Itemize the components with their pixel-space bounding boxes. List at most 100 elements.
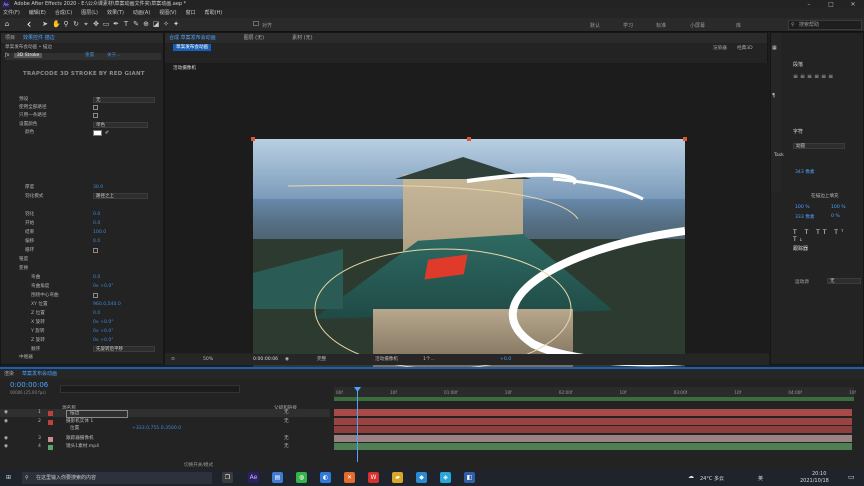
help-search-input[interactable]: ⚲ 搜索帮助 <box>788 20 862 30</box>
comp-canvas[interactable]: 活动摄像机 <box>165 63 769 383</box>
app-navy-icon[interactable]: ◧ <box>464 472 475 483</box>
prop-one-path-checkbox[interactable] <box>93 113 98 118</box>
weather-icon[interactable]: ☁ <box>688 473 694 480</box>
views-dropdown[interactable]: 1个... <box>423 354 435 365</box>
input-language[interactable]: 英 <box>758 475 763 482</box>
stroke-option[interactable]: 在描边上填充 <box>811 193 839 199</box>
playhead[interactable] <box>357 387 358 462</box>
menu-view[interactable]: 视图(V) <box>159 9 176 18</box>
pen-tool-icon[interactable]: ✒ <box>112 20 120 29</box>
workspace-standard[interactable]: 标准 <box>656 22 666 29</box>
prop-color-swatch[interactable] <box>93 130 102 136</box>
layer-name[interactable]: 跟踪器摄像机 <box>66 435 94 443</box>
tab-effect-controls[interactable]: 效果控件 描边 <box>23 33 55 43</box>
prop-x-rotation-value[interactable]: 0x +0.0° <box>93 320 114 326</box>
after-effects-taskbar-icon[interactable]: Ae <box>248 472 259 483</box>
app-blue-icon[interactable]: ◆ <box>416 472 427 483</box>
layer-bar[interactable] <box>334 435 852 442</box>
edge-icon[interactable]: ◐ <box>320 472 331 483</box>
snap-checkbox-icon[interactable]: ☐ <box>252 20 260 29</box>
prop-bend-around-center-checkbox[interactable] <box>93 293 98 298</box>
layer-name[interactable]: 镜头1素材.mp4 <box>66 443 99 451</box>
hand-tool-icon[interactable]: ✋ <box>52 20 61 29</box>
tab-footage[interactable]: 素材 (无) <box>292 33 313 43</box>
renderer-value[interactable]: 经典3D <box>737 45 753 51</box>
prop-order-dropdown[interactable]: 先旋转后平移 <box>93 346 155 352</box>
tab-timeline-comp[interactable]: 草案发布会动画 <box>22 369 57 379</box>
menu-file[interactable]: 文件(F) <box>3 9 20 18</box>
motion-source-dropdown[interactable]: 无 <box>827 278 861 284</box>
eraser-tool-icon[interactable]: ◪ <box>152 20 160 29</box>
home-icon[interactable]: ⌂ <box>3 20 11 29</box>
position-value[interactable]: +333.0,755.0,3500.0 <box>132 425 181 433</box>
layer-row[interactable]: ◉ 4 镜头1素材.mp4 无 <box>0 443 330 451</box>
prop-offset-value[interactable]: 0.0 <box>93 239 100 245</box>
workspace-learn[interactable]: 学习 <box>623 22 633 29</box>
maximize-icon[interactable]: □ <box>820 0 842 9</box>
eye-icon[interactable]: ◉ <box>4 435 8 443</box>
workspace-small-screen[interactable]: 小屏幕 <box>690 22 705 29</box>
frame-handle-tm[interactable] <box>467 137 471 141</box>
minimize-icon[interactable]: – <box>798 0 820 9</box>
layer-parent[interactable]: 无 <box>284 409 289 417</box>
layer-row[interactable]: ◉ 1 描边 无 <box>0 409 330 418</box>
prop-bend-value[interactable]: 0.0 <box>93 275 100 281</box>
comp-sub-tab[interactable]: 草案发布会动画 <box>173 44 212 51</box>
prop-loop-checkbox[interactable] <box>93 248 98 253</box>
tab-render-queue[interactable]: 渲染 <box>4 369 14 379</box>
prop-set-color-dropdown[interactable]: 单色 <box>93 122 148 128</box>
layer-color-label[interactable] <box>48 437 53 442</box>
align-buttons[interactable]: ≡≡≡≡≡≡ <box>793 73 835 80</box>
weather-text[interactable]: 24°C 多云 <box>700 475 724 482</box>
font-size-value[interactable]: 343 像素 <box>795 169 814 175</box>
prop-thickness-value[interactable]: 30.0 <box>93 185 103 191</box>
file-explorer-icon[interactable]: ▤ <box>272 472 283 483</box>
frame-handle-tl[interactable] <box>251 137 255 141</box>
prop-end-value[interactable]: 100.0 <box>93 230 106 236</box>
app-orange-icon[interactable]: ✕ <box>344 472 355 483</box>
task-label[interactable]: Task <box>774 153 784 158</box>
layer-bar[interactable] <box>334 418 852 425</box>
baseline-value[interactable]: 333 像素 <box>795 214 814 220</box>
menu-composition[interactable]: 合成(C) <box>55 9 72 18</box>
eyedropper-icon[interactable]: ✐ <box>105 130 109 136</box>
folder-icon[interactable]: ▰ <box>392 472 403 483</box>
horizontal-scale-value[interactable]: 100 % <box>831 205 846 210</box>
task-view-icon[interactable]: ❐ <box>222 472 233 483</box>
wechat-icon[interactable]: ◍ <box>296 472 307 483</box>
roto-tool-icon[interactable]: ✧ <box>162 20 170 29</box>
prop-xy-position-value[interactable]: 960.0,540.0 <box>93 302 121 308</box>
menu-window[interactable]: 窗口 <box>186 9 196 18</box>
magnifier-icon[interactable]: ⊙ <box>171 354 175 365</box>
tab-project[interactable]: 项目 <box>5 33 15 43</box>
layer-parent[interactable]: 无 <box>284 435 289 443</box>
layer-bar[interactable] <box>334 409 852 416</box>
camera-tool-icon[interactable]: ⌖ <box>82 20 90 29</box>
workspace-default[interactable]: 默认 <box>590 22 600 29</box>
eye-icon[interactable]: ◉ <box>4 409 8 417</box>
taskbar-search-input[interactable]: ⚲ 在这里输入你要搜索的内容 <box>22 472 212 484</box>
tab-layer[interactable]: 图层 (无) <box>244 33 265 43</box>
type-tool-icon[interactable]: T <box>122 20 130 29</box>
close-icon[interactable]: ✕ <box>842 0 864 9</box>
rotate-tool-icon[interactable]: ↻ <box>72 20 80 29</box>
text-style-buttons[interactable]: T T TT Tᵀ T₁ <box>793 229 863 243</box>
prop-bend-axis-value[interactable]: 0x +0.0° <box>93 284 114 290</box>
clock-time[interactable]: 20:10 <box>812 471 826 477</box>
frame-handle-tr[interactable] <box>683 137 687 141</box>
fx-about-link[interactable]: 关于... <box>107 53 121 59</box>
prop-preset-dropdown[interactable]: 无 <box>93 97 155 103</box>
prop-taper-mode-dropdown[interactable]: 路径之上 <box>93 193 148 199</box>
tsume-value[interactable]: 0 % <box>831 214 840 219</box>
layer-parent[interactable]: 无 <box>284 443 289 451</box>
prop-use-all-paths-checkbox[interactable] <box>93 105 98 110</box>
quality-dropdown[interactable]: 完整 <box>317 354 326 365</box>
wps-icon[interactable]: W <box>368 472 379 483</box>
layer-property-row[interactable]: 位置 +333.0,755.0,3500.0 <box>0 425 330 433</box>
paragraph-tool-icon[interactable]: ¶ <box>772 93 775 99</box>
layer-row[interactable]: ◉ 3 跟踪器摄像机 无 <box>0 435 330 443</box>
prop-feather-value[interactable]: 0.0 <box>93 212 100 218</box>
workspace-library[interactable]: 库 <box>736 22 741 29</box>
clone-tool-icon[interactable]: ⊕ <box>142 20 150 29</box>
align-tool-icon[interactable]: ▦ <box>772 45 777 51</box>
